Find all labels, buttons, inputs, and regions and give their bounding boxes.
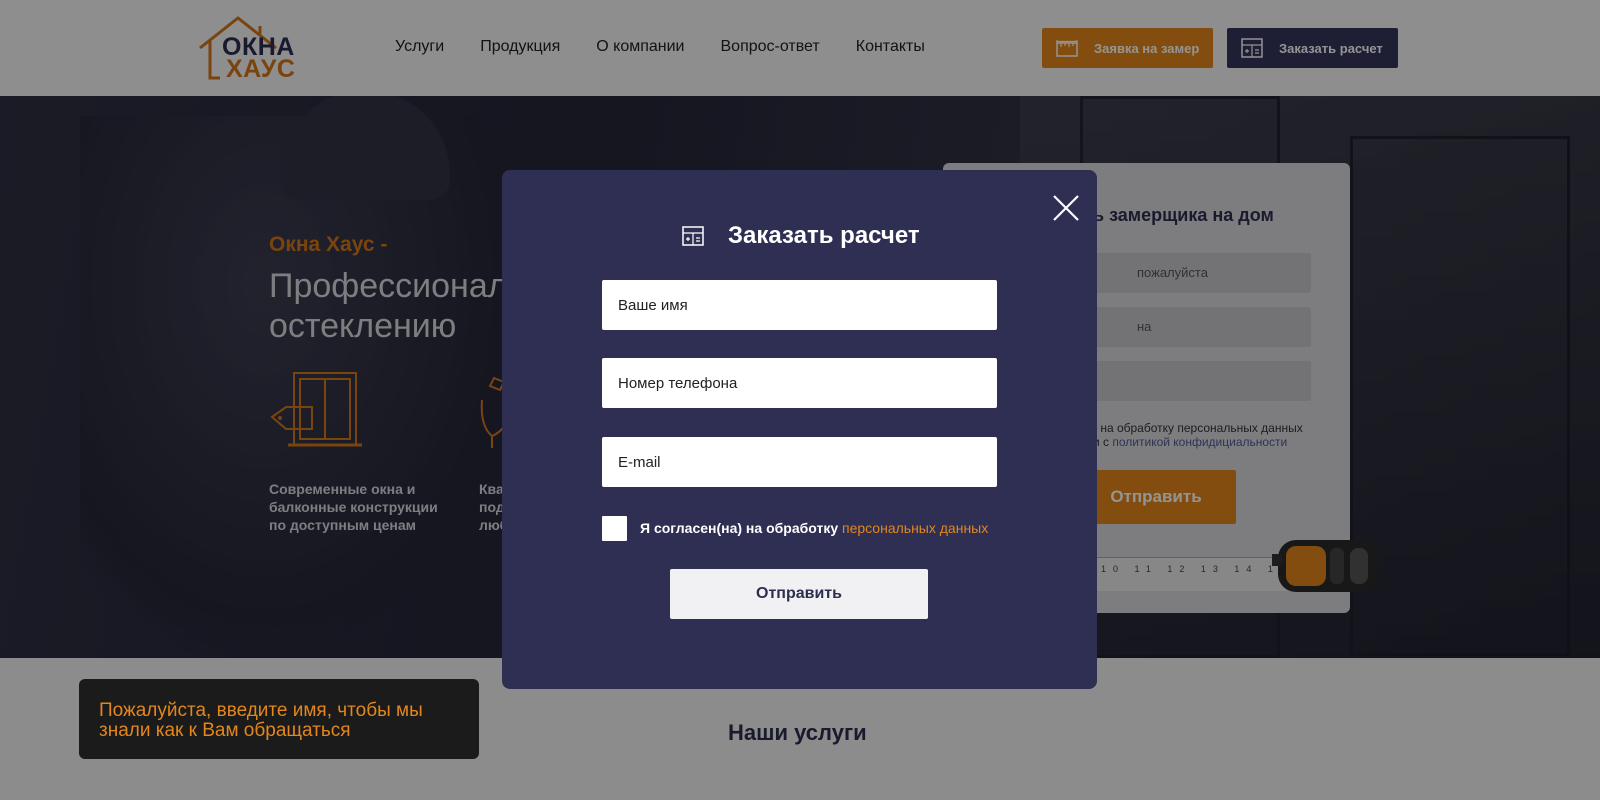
validation-toast: Пожалуйста, введите имя, чтобы мы знали …: [79, 679, 479, 759]
personal-data-link[interactable]: персональных данных: [842, 520, 988, 536]
submit-button[interactable]: Отправить: [670, 569, 928, 619]
modal-title: Заказать расчет: [728, 222, 920, 249]
phone-input[interactable]: [602, 358, 997, 408]
consent-label: Я согласен(на) на обработку персональных…: [640, 520, 989, 536]
close-icon[interactable]: [1052, 194, 1080, 222]
validation-message: Пожалуйста, введите имя, чтобы мы знали …: [99, 700, 423, 741]
order-calc-modal: Заказать расчет Я согласен(на) на обрабо…: [502, 170, 1097, 689]
calculator-icon: [682, 226, 704, 246]
modal-header: Заказать расчет: [682, 222, 920, 250]
email-input[interactable]: [602, 437, 997, 487]
name-input[interactable]: [602, 280, 997, 330]
consent-checkbox[interactable]: [602, 516, 627, 541]
